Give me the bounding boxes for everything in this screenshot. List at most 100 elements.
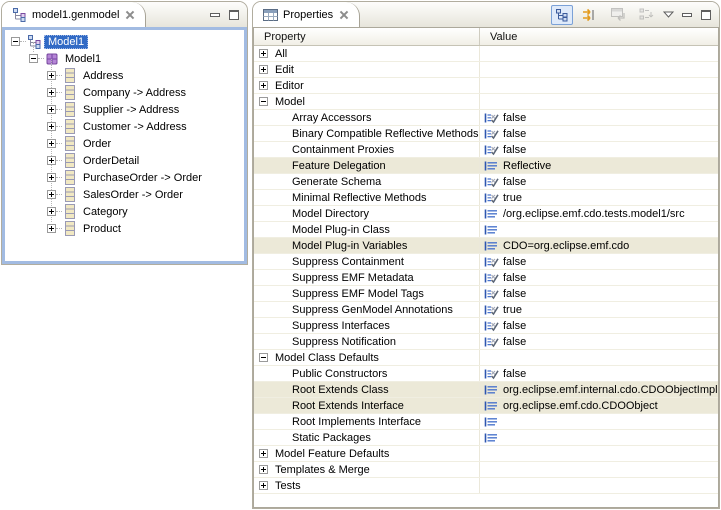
category-cell[interactable]: Edit [254, 62, 480, 77]
value-cell[interactable]: false [480, 318, 718, 333]
tree-item-label[interactable]: Customer -> Address [80, 121, 190, 133]
value-cell[interactable]: false [480, 286, 718, 301]
tree-item-company-address[interactable]: Company -> Address [5, 84, 244, 101]
property-row-model-class-defaults[interactable]: Model Class Defaults [254, 350, 718, 366]
expand-icon[interactable] [259, 65, 268, 74]
tree-item-label[interactable]: SalesOrder -> Order [80, 189, 186, 201]
value-cell[interactable] [480, 462, 718, 477]
property-row-binary-compatible-reflective-methods[interactable]: Binary Compatible Reflective Methodsfals… [254, 126, 718, 142]
property-cell[interactable]: Minimal Reflective Methods [254, 190, 480, 205]
expand-icon[interactable] [259, 49, 268, 58]
property-cell[interactable]: Model Plug-in Variables [254, 238, 480, 253]
properties-tab[interactable]: Properties [253, 2, 360, 27]
tree-item-label[interactable]: Supplier -> Address [80, 104, 182, 116]
expand-icon[interactable] [47, 190, 56, 199]
tree-item-salesorder-order[interactable]: SalesOrder -> Order [5, 186, 244, 203]
value-cell[interactable] [480, 478, 718, 493]
tree-item-label[interactable]: Address [80, 70, 126, 82]
property-row-templates-merge[interactable]: Templates & Merge [254, 462, 718, 478]
property-cell[interactable]: Suppress Interfaces [254, 318, 480, 333]
tree-item-label[interactable]: PurchaseOrder -> Order [80, 172, 205, 184]
property-cell[interactable]: Root Extends Interface [254, 398, 480, 413]
value-cell[interactable] [480, 62, 718, 77]
property-cell[interactable]: Feature Delegation [254, 158, 480, 173]
tree-item-model1-root[interactable]: Model1 [5, 33, 244, 50]
property-cell[interactable]: Model Directory [254, 206, 480, 221]
value-cell[interactable]: org.eclipse.emf.internal.cdo.CDOObjectIm… [480, 382, 718, 397]
category-cell[interactable]: All [254, 46, 480, 61]
expand-icon[interactable] [259, 465, 268, 474]
value-cell[interactable]: false [480, 254, 718, 269]
collapse-icon[interactable] [259, 353, 268, 362]
value-cell[interactable]: false [480, 110, 718, 125]
property-row-model-directory[interactable]: Model Directory/org.eclipse.emf.cdo.test… [254, 206, 718, 222]
editor-tab-model1-genmodel[interactable]: model1.genmodel [2, 2, 146, 27]
category-cell[interactable]: Model Feature Defaults [254, 446, 480, 461]
expand-icon[interactable] [47, 156, 56, 165]
tree-item-supplier-address[interactable]: Supplier -> Address [5, 101, 244, 118]
property-cell[interactable]: Binary Compatible Reflective Methods [254, 126, 480, 141]
property-row-suppress-containment[interactable]: Suppress Containmentfalse [254, 254, 718, 270]
property-row-model-plug-in-variables[interactable]: Model Plug-in VariablesCDO=org.eclipse.e… [254, 238, 718, 254]
editor-maximize-icon[interactable] [227, 9, 240, 20]
expand-icon[interactable] [259, 449, 268, 458]
property-cell[interactable]: Static Packages [254, 430, 480, 445]
expand-icon[interactable] [47, 139, 56, 148]
value-cell[interactable] [480, 222, 718, 237]
value-cell[interactable]: false [480, 334, 718, 349]
editor-minimize-icon[interactable] [208, 9, 221, 20]
value-cell[interactable]: true [480, 302, 718, 317]
properties-tab-close-icon[interactable] [338, 9, 350, 21]
value-cell[interactable] [480, 46, 718, 61]
value-cell[interactable] [480, 78, 718, 93]
show-advanced-properties-button[interactable] [579, 5, 601, 25]
property-cell[interactable]: Public Constructors [254, 366, 480, 381]
value-cell[interactable]: CDO=org.eclipse.emf.cdo [480, 238, 718, 253]
tree-item-label[interactable]: Company -> Address [80, 87, 189, 99]
property-cell[interactable]: Suppress GenModel Annotations [254, 302, 480, 317]
property-row-feature-delegation[interactable]: Feature DelegationReflective [254, 158, 718, 174]
tree-item-address[interactable]: Address [5, 67, 244, 84]
properties-maximize-icon[interactable] [699, 9, 712, 20]
tree-item-orderdetail[interactable]: OrderDetail [5, 152, 244, 169]
property-row-root-extends-class[interactable]: Root Extends Classorg.eclipse.emf.intern… [254, 382, 718, 398]
property-row-generate-schema[interactable]: Generate Schemafalse [254, 174, 718, 190]
property-row-suppress-notification[interactable]: Suppress Notificationfalse [254, 334, 718, 350]
tree-item-model1[interactable]: Model1 [5, 50, 244, 67]
collapse-icon[interactable] [11, 37, 20, 46]
property-row-suppress-genmodel-annotations[interactable]: Suppress GenModel Annotationstrue [254, 302, 718, 318]
value-cell[interactable]: /org.eclipse.emf.cdo.tests.model1/src [480, 206, 718, 221]
value-cell[interactable]: false [480, 126, 718, 141]
expand-icon[interactable] [259, 81, 268, 90]
property-cell[interactable]: Suppress Notification [254, 334, 480, 349]
property-row-containment-proxies[interactable]: Containment Proxiesfalse [254, 142, 718, 158]
expand-icon[interactable] [259, 481, 268, 490]
show-categories-button[interactable] [635, 5, 657, 25]
category-cell[interactable]: Model Class Defaults [254, 350, 480, 365]
expand-icon[interactable] [47, 122, 56, 131]
value-column-header[interactable]: Value [480, 28, 718, 45]
collapse-icon[interactable] [29, 54, 38, 63]
property-row-edit[interactable]: Edit [254, 62, 718, 78]
editor-tab-close-icon[interactable] [124, 9, 136, 21]
value-cell[interactable]: false [480, 174, 718, 189]
expand-icon[interactable] [47, 207, 56, 216]
property-cell[interactable]: Root Extends Class [254, 382, 480, 397]
property-row-all[interactable]: All [254, 46, 718, 62]
property-row-suppress-interfaces[interactable]: Suppress Interfacesfalse [254, 318, 718, 334]
property-row-editor[interactable]: Editor [254, 78, 718, 94]
tree-item-label[interactable]: Order [80, 138, 114, 150]
property-cell[interactable]: Suppress Containment [254, 254, 480, 269]
value-cell[interactable] [480, 350, 718, 365]
property-row-public-constructors[interactable]: Public Constructorsfalse [254, 366, 718, 382]
property-row-model-feature-defaults[interactable]: Model Feature Defaults [254, 446, 718, 462]
property-row-root-extends-interface[interactable]: Root Extends Interfaceorg.eclipse.emf.cd… [254, 398, 718, 414]
view-menu-icon[interactable] [663, 11, 674, 18]
property-row-minimal-reflective-methods[interactable]: Minimal Reflective Methodstrue [254, 190, 718, 206]
property-row-static-packages[interactable]: Static Packages [254, 430, 718, 446]
expand-icon[interactable] [47, 173, 56, 182]
category-cell[interactable]: Model [254, 94, 480, 109]
value-cell[interactable]: true [480, 190, 718, 205]
tree-item-order[interactable]: Order [5, 135, 244, 152]
property-column-header[interactable]: Property [254, 28, 480, 45]
